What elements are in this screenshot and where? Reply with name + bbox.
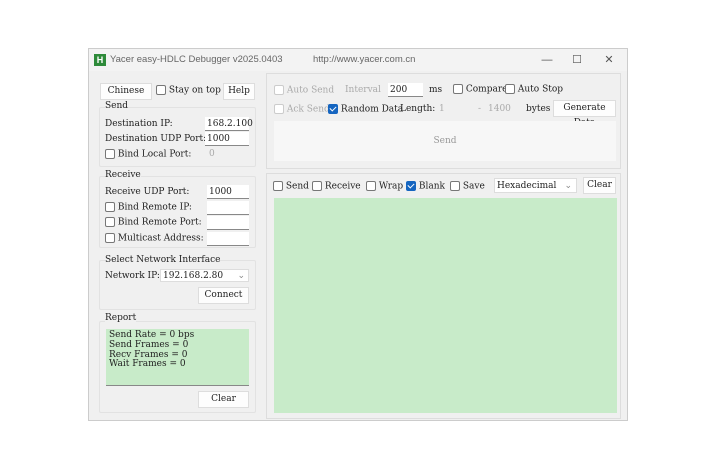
multicast-label: Multicast Address: (117, 233, 204, 244)
wrap-label: Wrap (378, 181, 404, 192)
network-group-title: Select Network Interface (105, 255, 221, 265)
generate-data-button[interactable]: Generate Data (553, 100, 616, 128)
random-data-label: Random Data (340, 104, 404, 115)
bind-remote-port-input[interactable] (207, 216, 249, 230)
close-button[interactable]: ✕ (595, 52, 623, 68)
bind-remote-port-label: Bind Remote Port: (117, 217, 202, 228)
blank-checkbox[interactable]: Blank (406, 181, 445, 192)
format-value: Hexadecimal (497, 181, 557, 191)
app-window: H Yacer easy-HDLC Debugger v2025.0403 ht… (88, 48, 628, 421)
bind-remote-port-checkbox[interactable]: Bind Remote Port: (105, 217, 202, 228)
random-data-checkbox[interactable]: Random Data (328, 104, 403, 115)
bytes-label: bytes (526, 104, 551, 114)
wrap-checkbox[interactable]: Wrap (366, 181, 403, 192)
bind-remote-ip-label: Bind Remote IP: (117, 202, 192, 213)
receive-output-area[interactable] (274, 198, 617, 413)
bind-local-port-checkbox[interactable]: Bind Local Port: (105, 149, 191, 160)
auto-send-label: Auto Send (286, 85, 335, 96)
ack-send-checkbox[interactable]: Ack Send (274, 104, 330, 115)
stay-on-top-label: Stay on top (168, 85, 221, 96)
ms-label: ms (429, 85, 443, 95)
chevron-down-icon: ⌄ (237, 271, 245, 281)
chinese-button[interactable]: Chinese (100, 83, 152, 100)
compare-label: Compare (465, 84, 508, 95)
auto-stop-checkbox[interactable]: Auto Stop (505, 84, 563, 95)
receive-port-label: Receive UDP Port: (105, 187, 190, 197)
dest-port-label: Destination UDP Port: (105, 134, 207, 144)
length-dash: - (478, 104, 482, 114)
stay-on-top-checkbox[interactable]: Stay on top (156, 85, 221, 96)
chevron-down-icon: ⌄ (564, 181, 572, 191)
bind-remote-ip-checkbox[interactable]: Bind Remote IP: (105, 202, 192, 213)
multicast-input[interactable] (207, 232, 249, 246)
length-label: Length: (400, 104, 436, 114)
report-group-title: Report (105, 313, 137, 323)
report-output: Send Rate = 0 bps Send Frames = 0 Recv F… (106, 329, 249, 386)
window-title: Yacer easy-HDLC Debugger v2025.0403 (110, 54, 283, 65)
connect-button[interactable]: Connect (198, 287, 249, 304)
receive-clear-button[interactable]: Clear (583, 177, 616, 194)
blank-label: Blank (418, 181, 445, 192)
save-checkbox[interactable]: Save (450, 181, 485, 192)
show-send-checkbox[interactable]: Send (273, 181, 309, 192)
show-receive-checkbox[interactable]: Receive (312, 181, 361, 192)
report-clear-button[interactable]: Clear (198, 391, 249, 408)
auto-send-checkbox[interactable]: Auto Send (274, 85, 334, 96)
bind-local-port-label: Bind Local Port: (117, 149, 192, 160)
dest-ip-label: Destination IP: (105, 119, 173, 129)
app-logo-icon: H (94, 54, 106, 66)
network-ip-value: 192.168.2.80 (163, 271, 224, 281)
send-group-title: Send (105, 101, 129, 111)
compare-checkbox[interactable]: Compare (453, 84, 507, 95)
format-select[interactable]: Hexadecimal ⌄ (494, 178, 577, 193)
interval-label: Interval (345, 85, 381, 95)
network-ip-select[interactable]: 192.168.2.80 ⌄ (160, 269, 249, 282)
minimize-button[interactable]: — (533, 52, 561, 68)
length-min-input[interactable]: 1 (439, 104, 445, 114)
report-line: Wait Frames = 0 (109, 359, 186, 370)
ack-send-label: Ack Send (286, 104, 330, 115)
length-max-input[interactable]: 1400 (488, 104, 511, 114)
save-label: Save (462, 181, 485, 192)
show-receive-label: Receive (324, 181, 361, 192)
show-send-label: Send (285, 181, 309, 192)
interval-input[interactable]: 200 (388, 83, 423, 97)
maximize-button[interactable]: ☐ (563, 52, 591, 68)
network-ip-label: Network IP: (105, 271, 160, 281)
window-url: http://www.yacer.com.cn (313, 54, 416, 65)
bind-local-port-value: 0 (209, 149, 215, 159)
auto-stop-label: Auto Stop (517, 84, 564, 95)
multicast-checkbox[interactable]: Multicast Address: (105, 233, 204, 244)
receive-group-title: Receive (105, 170, 141, 180)
dest-ip-input[interactable]: 168.2.100 (205, 117, 253, 131)
send-button[interactable]: Send (274, 121, 616, 161)
receive-port-input[interactable]: 1000 (207, 185, 249, 199)
bind-remote-ip-input[interactable] (207, 201, 249, 215)
dest-port-input[interactable]: 1000 (205, 132, 249, 146)
help-button[interactable]: Help (223, 83, 255, 100)
title-bar: H Yacer easy-HDLC Debugger v2025.0403 ht… (89, 49, 627, 71)
